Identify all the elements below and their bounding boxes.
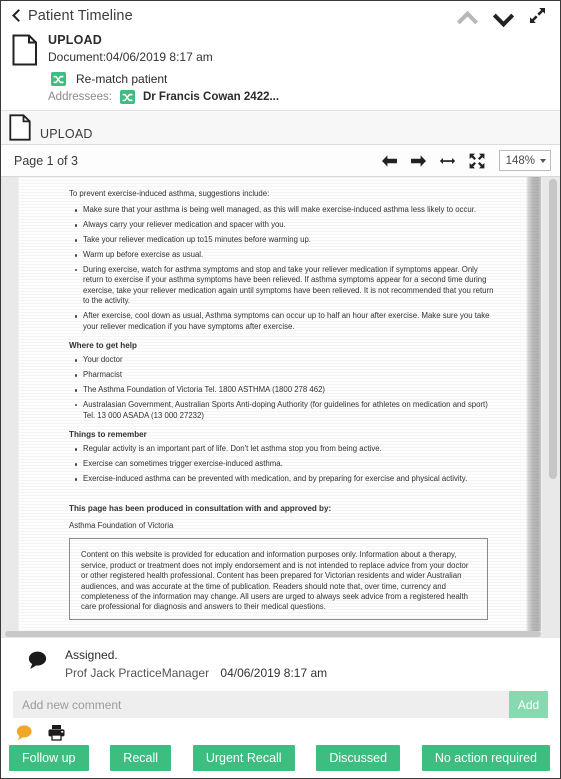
urgent-recall-button[interactable]: Urgent Recall	[192, 745, 295, 771]
disclaimer-box: Content on this website is provided for …	[69, 538, 488, 620]
list-item: During exercise, watch for asthma sympto…	[75, 265, 500, 307]
viewer-horizontal-scrollbar[interactable]	[5, 631, 541, 637]
comment-text: Assigned.	[65, 648, 118, 662]
arrow-right-icon[interactable]	[410, 152, 428, 170]
shuffle-icon[interactable]	[119, 90, 135, 104]
rematch-patient-row[interactable]: Re-match patient	[51, 72, 279, 86]
patient-timeline-window: Patient Timeline UPLOAD Document:04/06/2…	[0, 0, 561, 779]
recall-button[interactable]: Recall	[110, 745, 172, 771]
back-chevron-icon[interactable]	[9, 8, 23, 24]
footer: Follow up Recall Urgent Recall Discussed…	[1, 718, 560, 778]
upload-strip-label: UPLOAD	[40, 127, 93, 141]
footer-icon-row	[1, 724, 560, 745]
zoom-level-value: 148%	[505, 154, 535, 167]
new-comment-row: Add	[13, 691, 548, 718]
approved-by-heading: This page has been produced in consultat…	[69, 503, 332, 513]
viewer-toolbar: Page 1 of 3 148%	[1, 145, 560, 177]
page-title: Patient Timeline	[28, 7, 133, 24]
shuffle-icon	[51, 72, 66, 86]
comment-body: Assigned. Prof Jack PracticeManager 04/0…	[65, 647, 327, 682]
document-page-icon	[9, 114, 31, 141]
list-item: Australasian Government, Australian Spor…	[75, 400, 500, 421]
document-summary-body: UPLOAD Document:04/06/2019 8:17 am Re-ma…	[48, 32, 279, 104]
where-to-get-help-heading: Where to get help	[69, 340, 137, 350]
discussed-button[interactable]: Discussed	[316, 745, 401, 771]
no-action-required-button[interactable]: No action required	[421, 745, 550, 771]
prevention-bullet-list: Make sure that your asthma is being well…	[69, 205, 500, 332]
document-lead-text: To prevent exercise-induced asthma, sugg…	[69, 189, 270, 198]
page-indicator: Page 1 of 3	[14, 153, 78, 168]
list-item: After exercise, cool down as usual, Asth…	[75, 311, 500, 332]
rematch-patient-label: Re-match patient	[76, 72, 168, 86]
printer-icon[interactable]	[47, 724, 66, 741]
chevron-down-icon[interactable]	[493, 9, 512, 23]
scanned-page-content: To prevent exercise-induced asthma, sugg…	[19, 177, 526, 631]
action-button-bar: Follow up Recall Urgent Recall Discussed…	[1, 745, 560, 778]
scanned-page: To prevent exercise-induced asthma, sugg…	[19, 177, 541, 631]
things-to-remember-heading: Things to remember	[69, 429, 147, 439]
scan-edge-shadow	[526, 177, 541, 631]
list-item: The Asthma Foundation of Victoria Tel. 1…	[75, 385, 500, 395]
arrow-left-icon[interactable]	[381, 152, 399, 170]
expand-arrows-icon[interactable]	[529, 7, 546, 24]
comments-section: Assigned. Prof Jack PracticeManager 04/0…	[1, 638, 560, 718]
list-item: Make sure that your asthma is being well…	[75, 205, 500, 215]
approved-by-organisation: Asthma Foundation of Victoria	[69, 520, 174, 530]
document-summary: UPLOAD Document:04/06/2019 8:17 am Re-ma…	[1, 30, 560, 110]
remember-bullet-list: Regular activity is an important part of…	[69, 444, 500, 484]
fit-width-icon[interactable]	[439, 152, 457, 170]
comment-meta: Prof Jack PracticeManager 04/06/2019 8:1…	[65, 665, 327, 682]
comment-author: Prof Jack PracticeManager	[65, 666, 210, 680]
list-item: Take your reliever medication up to15 mi…	[75, 235, 500, 245]
document-page-icon	[12, 34, 38, 66]
new-comment-input[interactable]	[13, 691, 509, 718]
fit-page-icon[interactable]	[468, 152, 486, 170]
document-viewer[interactable]: To prevent exercise-induced asthma, sugg…	[1, 177, 560, 638]
top-bar-actions	[457, 7, 550, 24]
list-item: Exercise can sometimes trigger exercise-…	[75, 459, 500, 469]
disclaimer-text: Content on this website is provided for …	[81, 550, 469, 612]
comment-bubble-icon[interactable]	[15, 724, 34, 741]
viewer-tools: 148%	[381, 150, 551, 171]
help-bullet-list: Your doctor Pharmacist The Asthma Founda…	[69, 355, 500, 421]
add-comment-button[interactable]: Add	[509, 691, 548, 718]
document-date: Document:04/06/2019 8:17 am	[48, 50, 213, 64]
list-item: Pharmacist	[75, 370, 500, 380]
comment-timestamp: 04/06/2019 8:17 am	[220, 666, 328, 680]
comment-bubble-icon	[27, 650, 49, 670]
viewer-vertical-scrollbar[interactable]	[549, 179, 557, 479]
upload-strip: UPLOAD	[1, 110, 560, 145]
addressee-name[interactable]: Dr Francis Cowan 2422...	[143, 91, 279, 103]
chevron-down-icon	[540, 158, 546, 163]
list-item: Warm up before exercise as usual.	[75, 250, 500, 260]
follow-up-button[interactable]: Follow up	[9, 745, 89, 771]
list-item: Always carry your reliever medication an…	[75, 220, 500, 230]
list-item: Your doctor	[75, 355, 500, 365]
addressees-row: Addressees: Dr Francis Cowan 2422...	[48, 90, 279, 104]
addressees-label: Addressees:	[48, 91, 112, 103]
zoom-level-select[interactable]: 148%	[498, 150, 551, 171]
list-item: Regular activity is an important part of…	[75, 444, 500, 454]
top-bar: Patient Timeline	[1, 1, 560, 30]
comment-entry: Assigned. Prof Jack PracticeManager 04/0…	[13, 647, 548, 682]
chevron-up-icon[interactable]	[457, 9, 476, 23]
list-item: Exercise-induced asthma can be prevented…	[75, 474, 500, 484]
document-kind: UPLOAD	[48, 33, 102, 47]
